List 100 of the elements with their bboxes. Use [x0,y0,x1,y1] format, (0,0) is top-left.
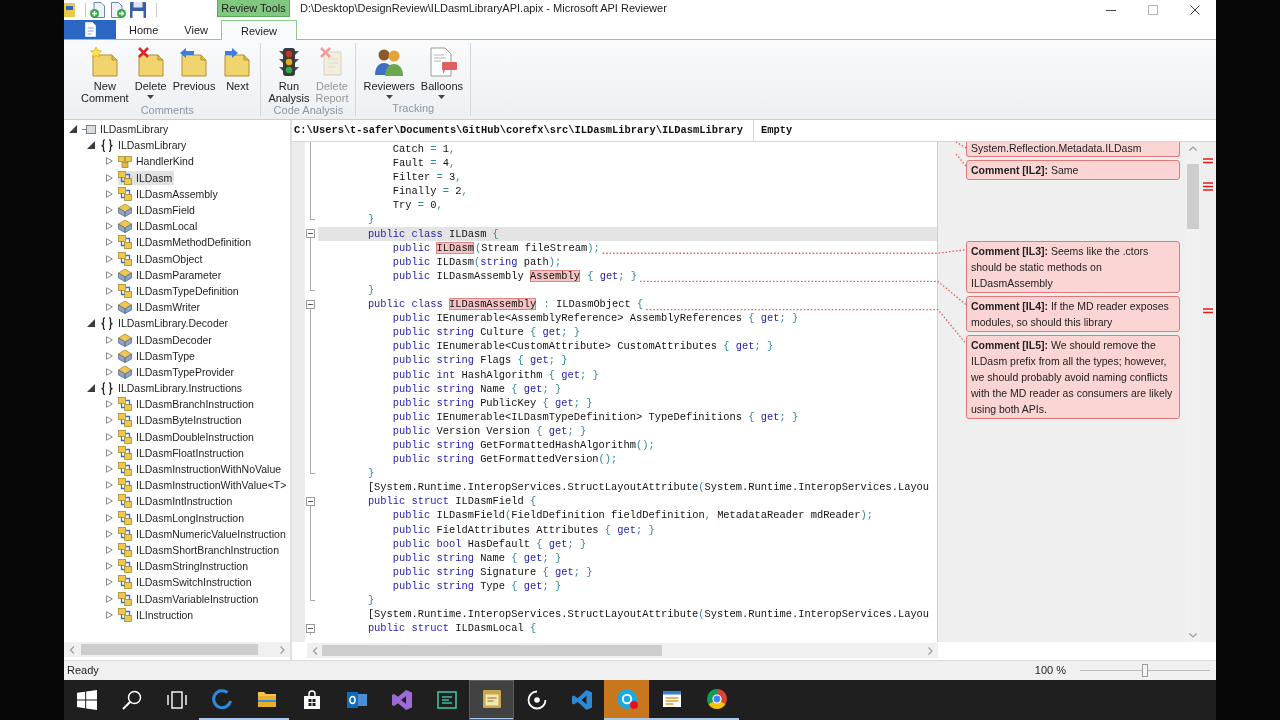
framed-lines-icon [436,690,457,710]
ribbon-tab[interactable]: Home [116,20,172,39]
caret-icon [438,95,446,99]
tree-item[interactable]: HandlerKind [118,154,196,169]
tree-item[interactable]: ILDasmBranchInstruction [118,397,256,412]
tree-item[interactable]: ILDasmMethodDefinition [118,235,253,250]
linked-boxes-icon [118,429,132,444]
ribbon-button[interactable]: Balloons [417,47,466,99]
scrollbar-thumb[interactable] [81,644,258,655]
disc-icon [526,690,547,710]
comment-marker-icon[interactable] [1203,182,1213,191]
maximize-icon[interactable] [1148,5,1158,15]
ribbon-button[interactable]: New Comment [78,47,132,104]
tree-item[interactable]: ILDasmFloatInstruction [118,445,246,460]
code-line: } [366,282,375,298]
linked-boxes-icon [118,445,132,460]
tree-item[interactable]: ILDasmDecoder [118,332,214,347]
tree-item[interactable]: ILDasmField [118,203,197,218]
tree-item[interactable]: ILInstruction [118,607,196,622]
tree-item[interactable]: ILDasmNumericValueInstruction [118,526,288,541]
tree-item[interactable]: ILDasmStringInstruction [118,559,251,574]
taskbar-button[interactable] [469,680,514,720]
scroll-right-icon[interactable] [927,646,933,655]
tree-item[interactable]: ILDasmLibrary.Decoder [100,316,231,331]
box-icon [82,124,96,134]
tree-item[interactable]: ILDasmLongInstruction [118,510,246,525]
linked-boxes-icon [118,559,132,574]
tree-item[interactable]: ILDasmShortBranchInstruction [118,542,281,557]
file-menu-button[interactable] [64,20,116,39]
save-icon[interactable] [130,2,146,18]
slider-thumb[interactable] [1142,664,1148,677]
caret-icon[interactable] [87,141,95,150]
collapse-icon[interactable] [306,299,315,309]
ribbon-button[interactable]: Delete [131,47,170,99]
stacked-boxes-icon [118,300,132,315]
scrollbar-thumb[interactable] [322,645,662,656]
file-path-dropdown[interactable]: C:\Users\t-safer\Documents\GitHub\corefx\src\ILDasmLibrary\ILDasmLibrary [292,120,754,141]
comment-marker-icon[interactable] [1203,158,1213,164]
tree-item[interactable]: ILDasmInstructionWithNoValue [118,462,284,477]
caret-icon[interactable] [87,319,95,328]
linked-boxes-icon [118,462,132,477]
tree-item[interactable]: ILDasmByteInstruction [118,413,244,428]
document-plus-icon[interactable] [90,2,106,18]
tree-item[interactable]: ILDasmObject [118,251,205,266]
scrollbar[interactable] [307,643,938,658]
code-line: public string Type { get; } [391,578,562,593]
tree-item[interactable]: ILDasmVariableInstruction [118,591,261,606]
tree-item[interactable]: ILDasmInstructionWithValue<T> [118,478,289,493]
tree-item[interactable]: ILDasmSwitchInstruction [118,575,254,590]
braces-icon [100,138,114,152]
collapse-icon[interactable] [306,496,315,506]
comment-balloon: Comment [IL2]: Same [966,160,1180,180]
collapse-icon[interactable] [306,229,315,239]
braces-icon [100,381,114,395]
scrollbar[interactable] [64,642,290,657]
tree-item[interactable]: ILDasmLocal [118,219,200,234]
tree-item[interactable]: ILDasmParameter [118,267,224,282]
scroll-down-icon[interactable] [1188,633,1197,638]
scrollbar-thumb[interactable] [1186,164,1199,229]
scroll-left-icon[interactable] [69,645,75,654]
scroll-right-icon[interactable] [279,645,285,654]
code-line: } [366,212,375,227]
tree-item[interactable]: ILDasmTypeProvider [118,364,237,379]
tree-item[interactable]: ILDasmLibrary [100,138,189,153]
code-line: public ILDasmAssembly Assembly { get; } [391,268,638,283]
caret-icon[interactable] [69,125,77,134]
tree-item[interactable]: ILDasm [118,170,175,185]
scroll-left-icon[interactable] [312,646,318,655]
tree-item[interactable]: ILDasmDoubleInstruction [118,429,256,444]
app-icon[interactable] [64,3,75,17]
ribbon-tab[interactable]: Review [221,20,298,40]
ribbon-tab[interactable]: View [171,20,221,39]
ribbon-button[interactable]: Previous [169,47,219,92]
close-icon[interactable] [1190,5,1200,15]
ribbon-button[interactable]: Next [218,47,257,92]
tree-item[interactable]: ILDasmWriter [118,300,202,315]
tree-item[interactable]: ILDasmTypeDefinition [118,283,241,298]
linked-boxes-icon [118,494,132,509]
code-line: public string GetFormattedHashAlgorithm(); [391,437,655,453]
code-line: public class ILDasm { [366,226,499,241]
scroll-up-icon[interactable] [1188,146,1197,151]
tree-item[interactable]: ILDasmIntInstruction [118,494,235,509]
comment-marker-icon[interactable] [1203,308,1213,314]
ribbon-button[interactable]: Run Analysis [265,47,313,104]
tree-item[interactable]: ILDasmLibrary.Instructions [100,381,245,396]
tree-item[interactable]: ILDasmAssembly [118,186,220,201]
code-line: public IEnumerable<AssemblyReference> AssemblyReferences { get; } [391,311,799,326]
caret-icon[interactable] [87,384,95,393]
start-icon [76,690,97,710]
collapse-icon[interactable] [306,623,315,633]
tree-item[interactable]: ILDasmLibrary [82,122,171,137]
search-icon [121,690,142,710]
code-line: public int HashAlgorithm { get; } [391,367,599,382]
tree-item[interactable]: ILDasmType [118,348,197,363]
code-line: public FieldAttributes Attributes { get; } [391,522,655,537]
ribbon-button[interactable]: Reviewers [360,47,418,99]
linked-boxes-icon [118,235,132,250]
code-line: public string Culture { get; } [391,325,580,340]
document-arrow-icon[interactable] [110,2,126,18]
member-dropdown[interactable]: Empty [754,120,1216,141]
